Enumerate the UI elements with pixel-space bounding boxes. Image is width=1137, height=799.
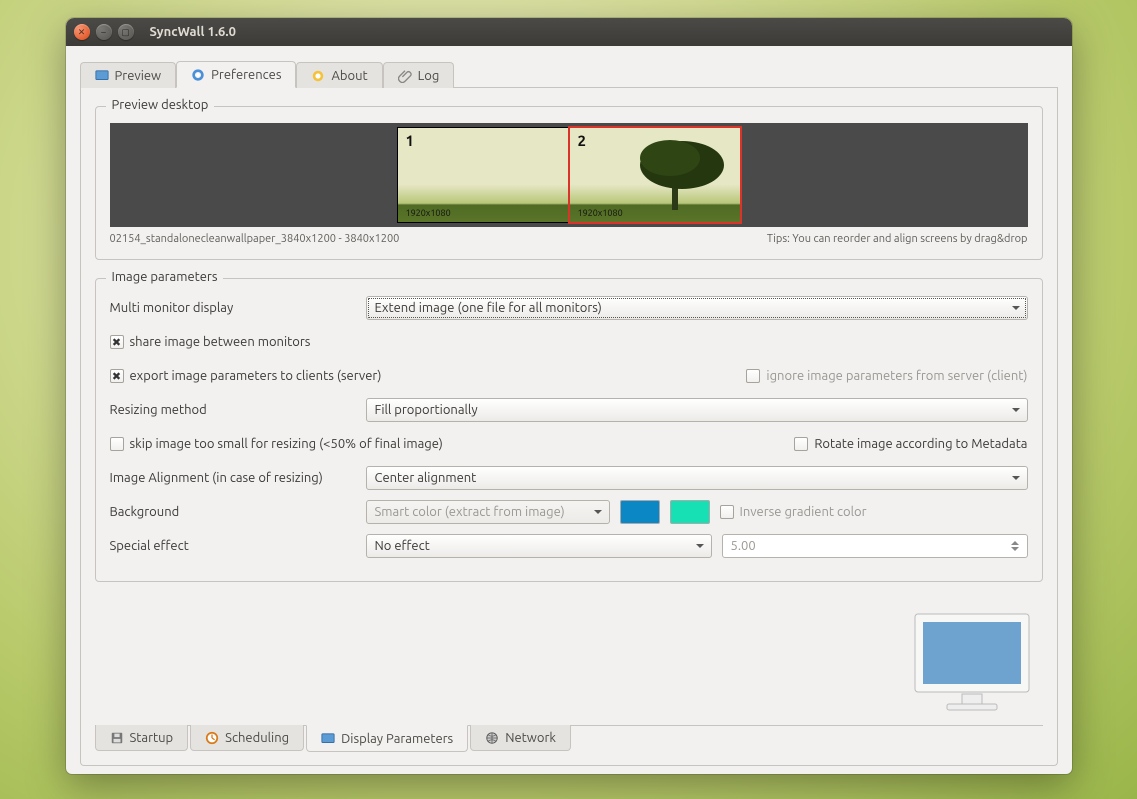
spin-down-icon xyxy=(1011,547,1019,555)
screen-resolution: 1920x1080 xyxy=(578,208,623,218)
combo-value: Center alignment xyxy=(375,471,477,485)
screen-resolution: 1920x1080 xyxy=(406,208,451,218)
tab-startup[interactable]: Startup xyxy=(95,725,189,751)
checkbox-label: Inverse gradient color xyxy=(740,505,867,519)
paperclip-icon xyxy=(398,69,412,83)
tab-label: Startup xyxy=(130,731,174,745)
spin-buttons[interactable] xyxy=(1011,537,1025,555)
preview-footer: 02154_standalonecleanwallpaper_3840x1200… xyxy=(110,233,1028,245)
inverse-gradient-checkbox[interactable]: Inverse gradient color xyxy=(720,505,867,519)
checkbox-icon: ✖ xyxy=(110,369,124,383)
preview-zone[interactable]: 1 1920x1080 2 1920x1080 xyxy=(110,123,1028,227)
checkbox-icon: ✖ xyxy=(110,335,124,349)
screen-1[interactable]: 1 1920x1080 xyxy=(397,127,569,223)
checkbox-label: Rotate image according to Metadata xyxy=(814,437,1027,451)
screen-2[interactable]: 2 1920x1080 xyxy=(569,127,741,223)
multi-monitor-label: Multi monitor display xyxy=(110,301,356,315)
rotate-meta-checkbox[interactable]: Rotate image according to Metadata xyxy=(794,437,1027,451)
tab-label: Scheduling xyxy=(225,731,289,745)
tab-label: Network xyxy=(505,731,556,745)
checkbox-label: skip image too small for resizing (<50% … xyxy=(130,437,443,451)
save-icon xyxy=(110,731,124,745)
window-title: SyncWall 1.6.0 xyxy=(150,25,236,39)
group-legend: Image parameters xyxy=(106,270,224,284)
gear-icon xyxy=(191,68,205,82)
tab-about[interactable]: About xyxy=(296,62,382,88)
checkbox-label: ignore image parameters from server (cli… xyxy=(766,369,1027,383)
share-between-checkbox[interactable]: ✖ share image between monitors xyxy=(110,335,311,349)
info-icon xyxy=(311,69,325,83)
combo-value: Smart color (extract from image) xyxy=(375,505,565,519)
combo-value: No effect xyxy=(375,539,430,553)
special-effect-spinbox[interactable]: 5.00 xyxy=(722,534,1028,558)
minimize-button[interactable]: – xyxy=(96,24,112,40)
spinbox-value: 5.00 xyxy=(731,539,756,553)
preview-icon xyxy=(95,69,109,83)
alignment-combo[interactable]: Center alignment xyxy=(366,466,1028,490)
preview-desktop-group: Preview desktop 1 1920x1080 2 1920x1080 xyxy=(95,106,1043,260)
background-label: Background xyxy=(110,505,356,519)
checkbox-icon xyxy=(110,437,124,451)
special-effect-combo[interactable]: No effect xyxy=(366,534,712,558)
tab-scheduling[interactable]: Scheduling xyxy=(190,725,304,751)
ignore-params-checkbox[interactable]: ignore image parameters from server (cli… xyxy=(746,369,1027,383)
tab-label: Preview xyxy=(115,69,162,83)
checkbox-label: export image parameters to clients (serv… xyxy=(130,369,382,383)
preview-filename: 02154_standalonecleanwallpaper_3840x1200… xyxy=(110,233,400,245)
checkbox-icon xyxy=(746,369,760,383)
multi-monitor-combo[interactable]: Extend image (one file for all monitors) xyxy=(366,296,1028,320)
checkbox-icon xyxy=(720,505,734,519)
globe-icon xyxy=(485,731,499,745)
tabs-top: Preview Preferences About Log xyxy=(80,58,1058,88)
close-button[interactable]: ✕ xyxy=(74,24,90,40)
checkbox-icon xyxy=(794,437,808,451)
clock-icon xyxy=(205,731,219,745)
app-window: ✕ – ▢ SyncWall 1.6.0 Preview Preferences xyxy=(66,18,1072,774)
skip-small-checkbox[interactable]: skip image too small for resizing (<50% … xyxy=(110,437,443,451)
group-legend: Preview desktop xyxy=(106,98,215,112)
combo-value: Fill proportionally xyxy=(375,403,478,417)
display-icon xyxy=(321,732,335,746)
color-swatch-1[interactable] xyxy=(620,500,660,524)
tab-label: About xyxy=(331,69,367,83)
preferences-panel: Preview desktop 1 1920x1080 2 1920x1080 xyxy=(80,88,1058,766)
tab-log[interactable]: Log xyxy=(383,62,455,88)
tab-label: Log xyxy=(418,69,440,83)
tab-display-parameters[interactable]: Display Parameters xyxy=(306,725,468,752)
monitor-illustration xyxy=(907,608,1037,721)
content-area: Preview Preferences About Log xyxy=(66,46,1072,774)
alignment-label: Image Alignment (in case of resizing) xyxy=(110,471,356,485)
checkbox-label: share image between monitors xyxy=(130,335,311,349)
tab-label: Preferences xyxy=(211,68,281,82)
resizing-label: Resizing method xyxy=(110,403,356,417)
tab-preferences[interactable]: Preferences xyxy=(176,61,296,88)
screen-index: 2 xyxy=(578,132,586,149)
spin-up-icon xyxy=(1011,537,1019,545)
special-effect-label: Special effect xyxy=(110,539,356,553)
maximize-button[interactable]: ▢ xyxy=(118,24,134,40)
combo-value: Extend image (one file for all monitors) xyxy=(375,301,602,315)
preview-tip: Tips: You can reorder and align screens … xyxy=(767,233,1028,245)
resizing-combo[interactable]: Fill proportionally xyxy=(366,398,1028,422)
color-swatch-2[interactable] xyxy=(670,500,710,524)
tab-preview[interactable]: Preview xyxy=(80,62,177,88)
export-params-checkbox[interactable]: ✖ export image parameters to clients (se… xyxy=(110,369,382,383)
screen-index: 1 xyxy=(406,132,414,149)
tabs-bottom: Startup Scheduling Display Parameters xyxy=(95,725,1043,755)
background-combo[interactable]: Smart color (extract from image) xyxy=(366,500,610,524)
tab-network[interactable]: Network xyxy=(470,725,571,751)
tab-label: Display Parameters xyxy=(341,732,453,746)
image-parameters-group: Image parameters Multi monitor display E… xyxy=(95,278,1043,582)
tree-icon xyxy=(620,130,730,210)
titlebar: ✕ – ▢ SyncWall 1.6.0 xyxy=(66,18,1072,46)
